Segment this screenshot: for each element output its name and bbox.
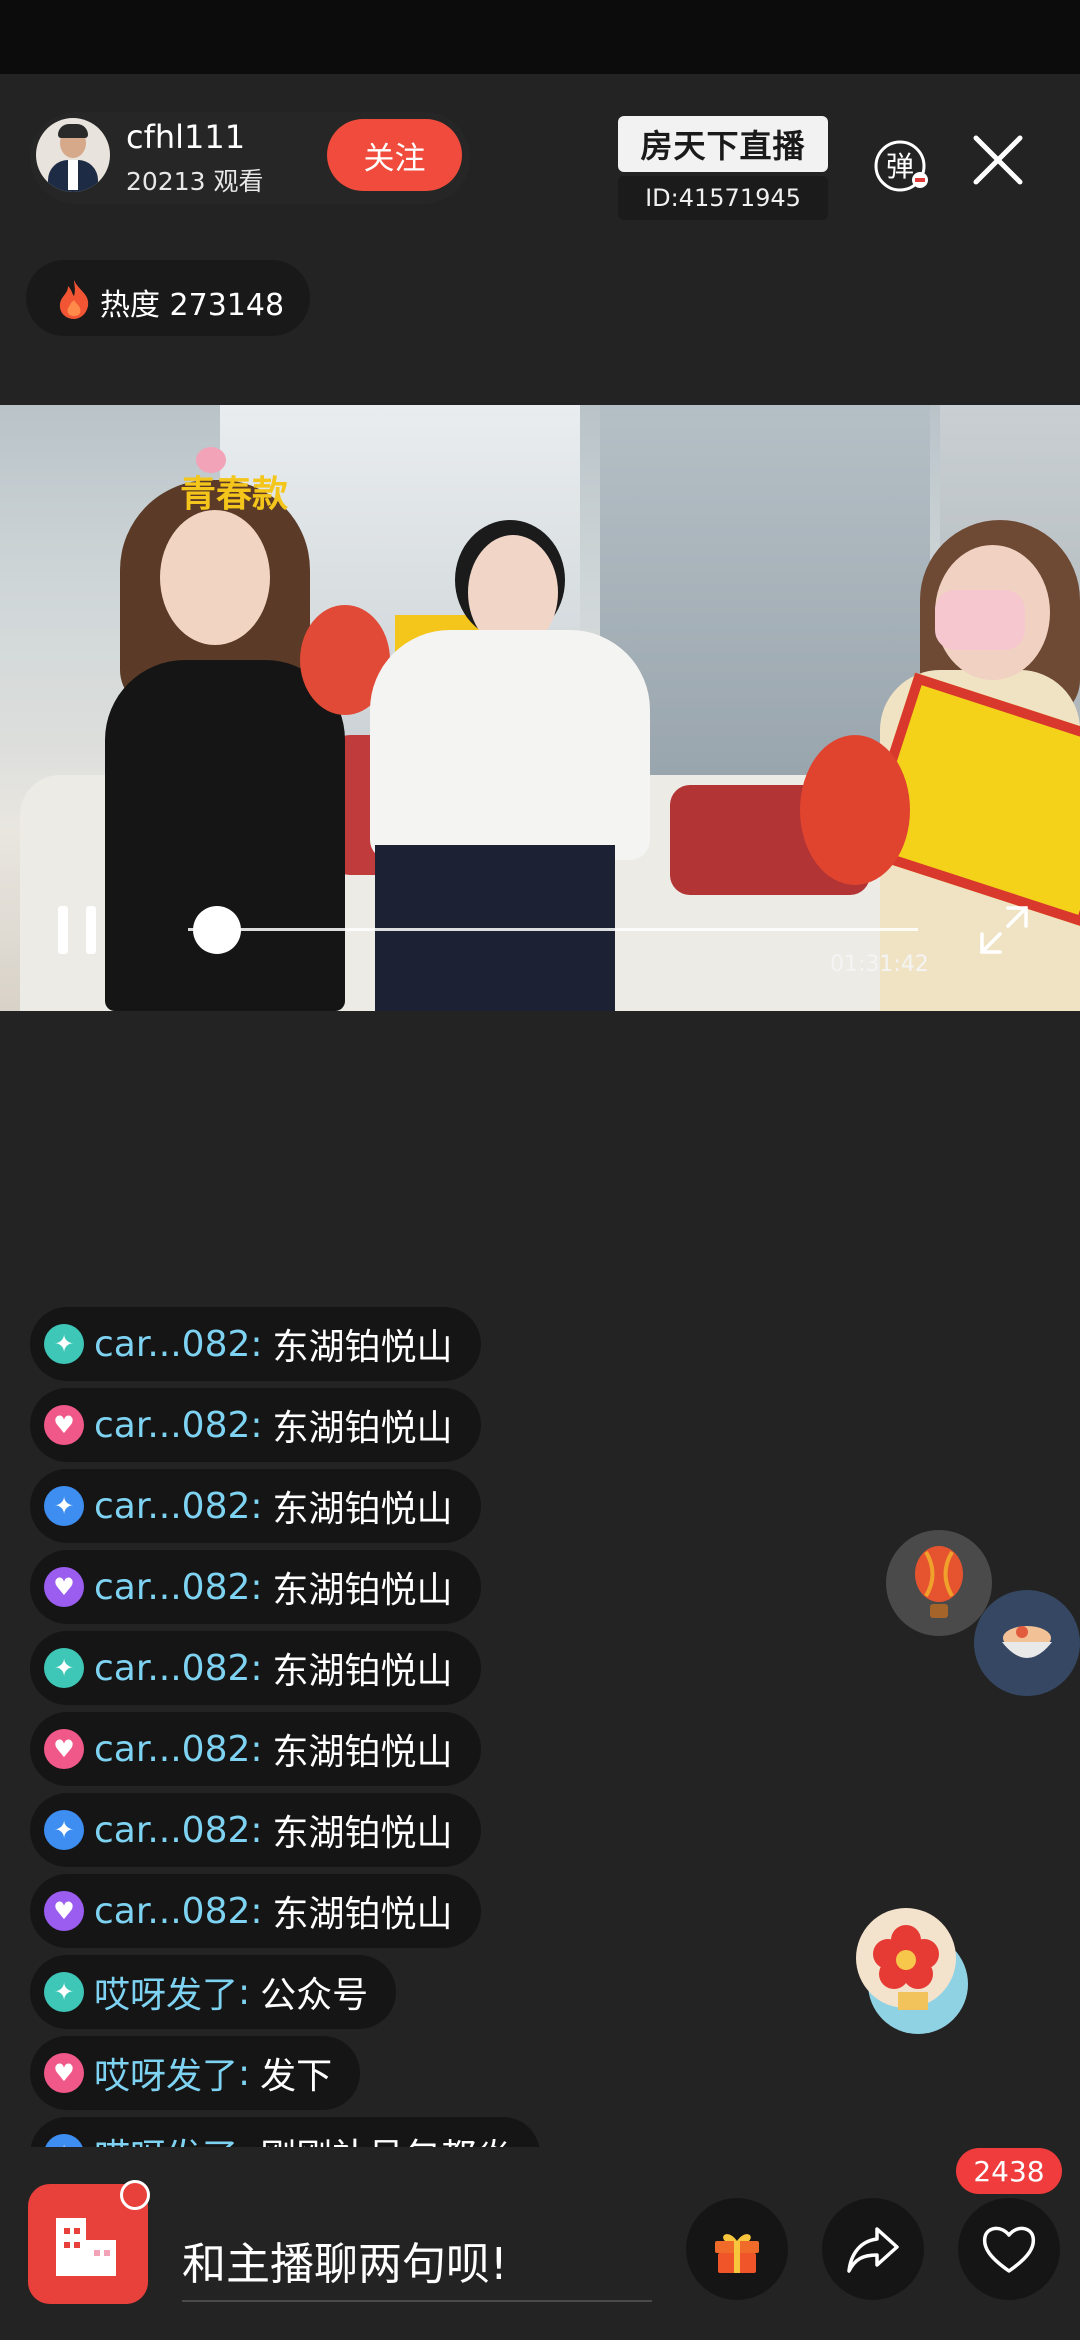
chat-text: 东湖铂悦山 xyxy=(272,1570,453,1611)
user-level-badge-icon: ✦ xyxy=(44,1486,84,1526)
danmu-icon: 弹 xyxy=(874,140,928,192)
chat-message: ✦ car...082: 东湖铂悦山 xyxy=(30,1307,481,1381)
brand-badge: 房天下直播 ID:41571945 xyxy=(618,116,828,226)
chat-message: ♥ car...082: 东湖铂悦山 xyxy=(30,1712,481,1786)
app-logo-button[interactable] xyxy=(28,2180,150,2304)
close-icon xyxy=(973,135,1023,185)
flame-icon xyxy=(56,278,92,320)
chat-text: 刚刚补号包都炎 xyxy=(260,2128,540,2147)
gift-button[interactable] xyxy=(686,2198,788,2300)
user-level-badge-icon: ♥ xyxy=(44,1729,84,1769)
viewer-count: 20213 观看 xyxy=(126,167,264,196)
like-button[interactable] xyxy=(958,2198,1060,2300)
progress-handle[interactable] xyxy=(193,906,242,954)
user-level-badge-icon: ✦ xyxy=(44,1972,84,2012)
chat-message: ✦ car...082: 东湖铂悦山 xyxy=(30,1793,481,1867)
headband-text: 青春款 xyxy=(180,474,289,515)
status-bar xyxy=(0,0,1080,74)
chat-text: 东湖铂悦山 xyxy=(272,1489,453,1530)
user-level-badge-icon: ♥ xyxy=(44,1891,84,1931)
chat-message: ✦ 哎呀发了: 刚刚补号包都炎 xyxy=(30,2117,541,2148)
chat-username[interactable]: 哎呀发了 xyxy=(94,2047,238,2099)
chat-separator: : xyxy=(250,1485,263,1527)
progress-track[interactable] xyxy=(188,928,918,931)
chat-separator: : xyxy=(250,1323,263,1365)
user-level-badge-icon: ✦ xyxy=(44,1324,84,1364)
elapsed-time: 01:31:42 xyxy=(830,952,929,977)
fullscreen-button[interactable] xyxy=(974,900,1034,960)
user-level-badge-icon: ✦ xyxy=(44,1810,84,1850)
chat-text: 公众号 xyxy=(260,1975,369,2016)
like-count-badge: 2438 xyxy=(956,2148,1062,2194)
chat-text: 东湖铂悦山 xyxy=(272,1813,453,1854)
room-id: ID:41571945 xyxy=(618,176,828,220)
chat-username[interactable]: 哎呀发了 xyxy=(94,1966,238,2018)
heat-label: 热度 273148 xyxy=(100,288,285,323)
chat-input[interactable]: 和主播聊两句呗! xyxy=(182,2228,652,2302)
danmu-label: 弹 xyxy=(886,150,914,183)
share-button[interactable] xyxy=(822,2198,924,2300)
chat-username[interactable]: car...082 xyxy=(94,1324,250,1365)
chat-username[interactable]: car...082 xyxy=(94,1648,250,1689)
follow-button[interactable]: 关注 xyxy=(327,119,462,191)
chat-message: ♥ car...082: 东湖铂悦山 xyxy=(30,1388,481,1462)
chat-username[interactable]: car...082 xyxy=(94,1567,250,1608)
host-name: cfhl111 xyxy=(126,118,246,156)
chat-text: 东湖铂悦山 xyxy=(272,1894,453,1935)
chat-text: 东湖铂悦山 xyxy=(272,1327,453,1368)
chat-text: 东湖铂悦山 xyxy=(272,1732,453,1773)
chat-message: ✦ 哎呀发了: 公众号 xyxy=(30,1955,397,2029)
user-level-badge-icon: ♥ xyxy=(44,1405,84,1445)
live-video[interactable]: 青春款 xyxy=(0,405,1080,1011)
chat-username[interactable]: car...082 xyxy=(94,1810,250,1851)
chat-separator: : xyxy=(250,1890,263,1932)
chat-separator: : xyxy=(250,1404,263,1446)
chat-message: ✦ car...082: 东湖铂悦山 xyxy=(30,1631,481,1705)
chat-separator: : xyxy=(238,2052,251,2094)
chat-username[interactable]: car...082 xyxy=(94,1891,250,1932)
chat-text: 发下 xyxy=(260,2056,333,2097)
share-icon xyxy=(847,2227,899,2273)
user-level-badge-icon: ♥ xyxy=(44,1567,84,1607)
gift-icon xyxy=(715,2234,759,2273)
chat-message: ♥ car...082: 东湖铂悦山 xyxy=(30,1550,481,1624)
flower-gift-icon[interactable] xyxy=(852,1908,978,2034)
host-avatar[interactable] xyxy=(36,118,110,192)
chat-separator: : xyxy=(250,1809,263,1851)
expand-icon xyxy=(980,906,1028,954)
notification-dot xyxy=(120,2180,150,2210)
user-level-badge-icon: ♥ xyxy=(44,2053,84,2093)
bowl-gift-icon[interactable] xyxy=(974,1590,1080,1696)
chat-separator: : xyxy=(250,1728,263,1770)
chat-separator: : xyxy=(238,2134,250,2148)
chat-message: ♥ 哎呀发了: 发下 xyxy=(30,2036,361,2110)
pause-button[interactable] xyxy=(56,906,100,954)
brand-title: 房天下直播 xyxy=(618,116,828,172)
chat-username[interactable]: 哎呀发了 xyxy=(94,2128,238,2147)
user-level-badge-icon: ✦ xyxy=(44,1648,84,1688)
chat-list[interactable]: ✦ car...082: 东湖铂悦山 ♥ car...082: 东湖铂悦山 ✦ car...0… xyxy=(30,1307,630,2147)
chat-username[interactable]: car...082 xyxy=(94,1729,250,1770)
chat-text: 东湖铂悦山 xyxy=(272,1651,453,1692)
danmu-toggle-button[interactable]: 弹 xyxy=(872,136,932,196)
chat-separator: : xyxy=(250,1566,263,1608)
chat-message: ✦ car...082: 东湖铂悦山 xyxy=(30,1469,481,1543)
heart-icon xyxy=(982,2226,1036,2273)
chat-username[interactable]: car...082 xyxy=(94,1405,250,1446)
chat-separator: : xyxy=(238,1971,251,2013)
chat-separator: : xyxy=(250,1647,263,1689)
close-button[interactable] xyxy=(968,130,1028,190)
chat-username[interactable]: car...082 xyxy=(94,1486,250,1527)
user-level-badge-icon: ✦ xyxy=(44,2134,84,2147)
chat-message: ♥ car...082: 东湖铂悦山 xyxy=(30,1874,481,1948)
chat-text: 东湖铂悦山 xyxy=(272,1408,453,1449)
